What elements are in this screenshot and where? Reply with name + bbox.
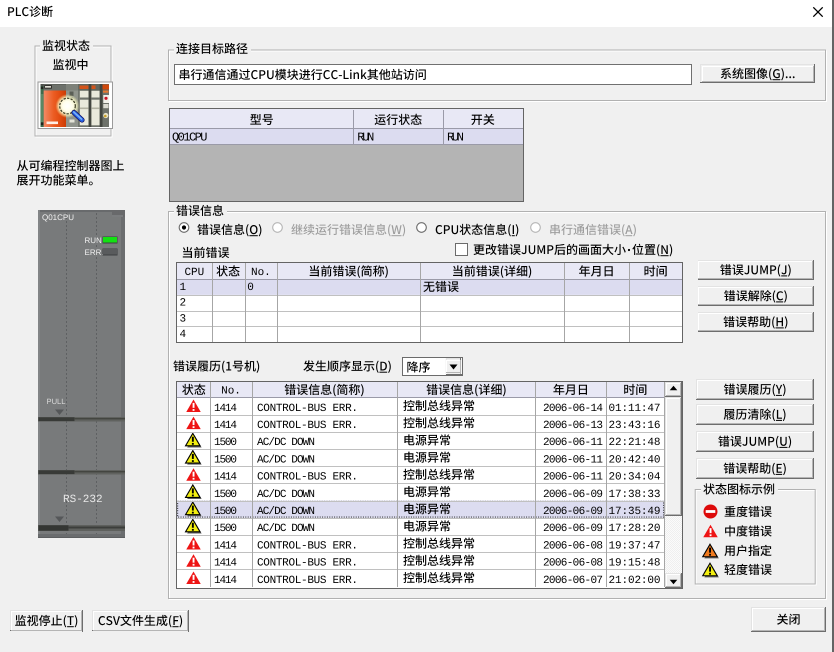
svg-text:RS-232: RS-232 — [63, 494, 103, 506]
svg-text:No.: No. — [221, 386, 241, 398]
svg-text:AC/DC DOWN: AC/DC DOWN — [257, 489, 315, 501]
svg-text:CPU: CPU — [184, 267, 204, 279]
svg-text:17:35:49: 17:35:49 — [609, 506, 661, 518]
svg-text:1500: 1500 — [214, 489, 237, 501]
svg-text:2006-06-08: 2006-06-08 — [543, 540, 603, 552]
svg-text:Q01CPU: Q01CPU — [172, 131, 208, 145]
svg-text:2006-06-11: 2006-06-11 — [543, 437, 603, 449]
svg-text:21:02:00: 21:02:00 — [609, 575, 661, 587]
svg-text:CONTROL-BUS ERR.: CONTROL-BUS ERR. — [257, 403, 358, 415]
svg-text:CONTROL-BUS ERR.: CONTROL-BUS ERR. — [257, 540, 358, 552]
svg-text:RUN: RUN — [85, 236, 103, 245]
svg-text:1414: 1414 — [214, 472, 237, 484]
svg-text:19:15:48: 19:15:48 — [609, 558, 661, 570]
svg-text:1414: 1414 — [214, 403, 237, 415]
svg-text:1414: 1414 — [214, 558, 237, 570]
svg-text:1414: 1414 — [214, 420, 237, 432]
svg-text:Q01CPU: Q01CPU — [42, 213, 74, 222]
svg-text:1500: 1500 — [214, 454, 237, 466]
svg-text:CONTROL-BUS ERR.: CONTROL-BUS ERR. — [257, 575, 358, 587]
svg-text:2006-06-09: 2006-06-09 — [543, 489, 603, 501]
svg-text:01:11:47: 01:11:47 — [609, 403, 661, 415]
svg-text:1414: 1414 — [214, 540, 237, 552]
svg-text:2006-06-14: 2006-06-14 — [543, 403, 603, 415]
svg-text:2006-06-13: 2006-06-13 — [543, 420, 603, 432]
svg-text:3: 3 — [180, 313, 187, 325]
svg-text:AC/DC DOWN: AC/DC DOWN — [257, 437, 315, 449]
svg-text:2006-06-09: 2006-06-09 — [543, 523, 603, 535]
svg-text:23:43:16: 23:43:16 — [609, 420, 661, 432]
svg-text:1500: 1500 — [214, 506, 237, 518]
svg-text:17:28:20: 17:28:20 — [609, 523, 661, 535]
svg-text:1500: 1500 — [214, 523, 237, 535]
svg-text:AC/DC DOWN: AC/DC DOWN — [257, 506, 315, 518]
svg-text:1414: 1414 — [214, 575, 237, 587]
svg-text:4: 4 — [180, 329, 187, 341]
svg-text:20:42:40: 20:42:40 — [609, 454, 661, 466]
svg-text:AC/DC DOWN: AC/DC DOWN — [257, 454, 315, 466]
svg-text:1500: 1500 — [214, 437, 237, 449]
svg-text:2006-06-09: 2006-06-09 — [543, 506, 603, 518]
svg-text:No.: No. — [251, 267, 271, 279]
svg-text:RUN: RUN — [357, 131, 374, 145]
svg-text:22:21:48: 22:21:48 — [609, 437, 661, 449]
svg-text:2006-06-11: 2006-06-11 — [543, 472, 603, 484]
svg-text:2006-06-11: 2006-06-11 — [543, 454, 603, 466]
svg-text:CONTROL-BUS ERR.: CONTROL-BUS ERR. — [257, 558, 358, 570]
svg-text:AC/DC DOWN: AC/DC DOWN — [257, 523, 315, 535]
svg-text:CONTROL-BUS ERR.: CONTROL-BUS ERR. — [257, 472, 358, 484]
svg-text:19:37:47: 19:37:47 — [609, 540, 661, 552]
svg-text:PULL: PULL — [47, 397, 66, 406]
svg-text:17:38:33: 17:38:33 — [609, 489, 661, 501]
svg-text:2006-06-08: 2006-06-08 — [543, 558, 603, 570]
svg-text:0: 0 — [247, 282, 254, 294]
svg-text:2006-06-07: 2006-06-07 — [543, 575, 603, 587]
svg-text:RUN: RUN — [447, 131, 464, 145]
svg-text:ERR.: ERR. — [85, 248, 104, 257]
svg-text:1: 1 — [180, 282, 187, 294]
svg-text:CONTROL-BUS ERR.: CONTROL-BUS ERR. — [257, 420, 358, 432]
svg-text:2: 2 — [180, 298, 187, 310]
svg-text:20:34:04: 20:34:04 — [609, 472, 661, 484]
